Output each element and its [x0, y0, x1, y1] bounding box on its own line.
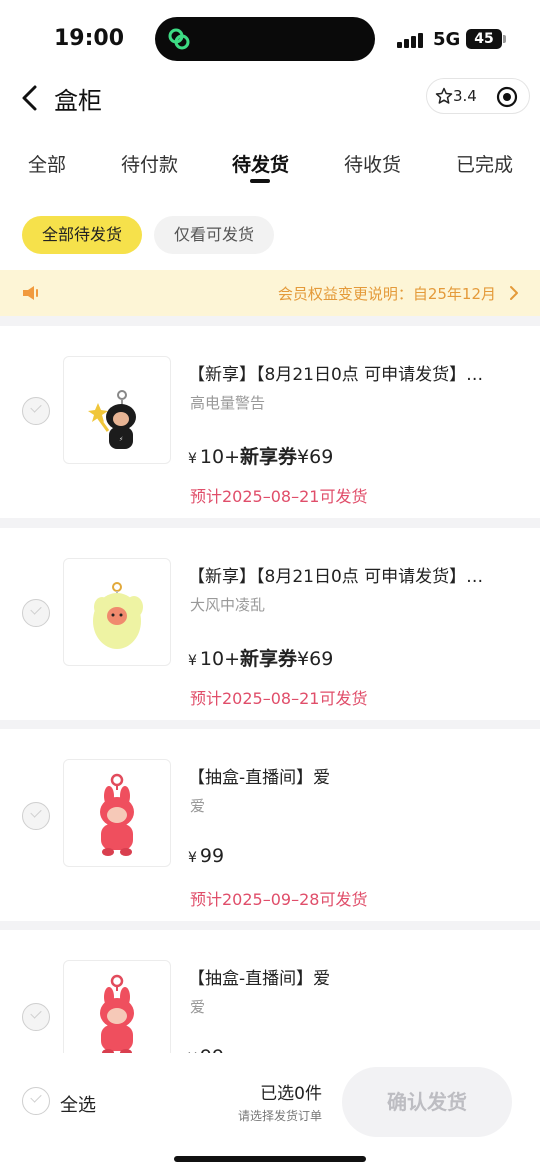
chevron-left-icon[interactable]: [18, 82, 44, 114]
product-price: ¥99: [188, 1046, 224, 1053]
price-tail: ¥69: [297, 446, 334, 468]
estimated-ship-date: 预计2025–08–21可发货: [190, 689, 368, 708]
product-image-black-figure: ⚡: [88, 390, 136, 449]
product-title[interactable]: 【抽盒-直播间】爱: [188, 964, 518, 989]
signal-icon: [397, 32, 425, 48]
order-card[interactable]: ⚡ 【新享】【8月21日0点 可申请发货】… 高电量警告 ¥10+新享券¥69 …: [0, 326, 540, 518]
network-type: 5G: [433, 29, 461, 50]
product-title[interactable]: 【抽盒-直播间】爱: [188, 763, 518, 788]
status-time: 19:00: [54, 26, 125, 51]
selection-hint: 请选择发货订单: [237, 1109, 322, 1123]
target-icon[interactable]: [496, 86, 518, 108]
product-price: ¥10+新享券¥69: [188, 442, 333, 469]
dynamic-island: [155, 17, 375, 61]
select-all-label[interactable]: 全选: [60, 1091, 96, 1117]
order-card[interactable]: 【新享】【8月21日0点 可申请发货】… 大风中凌乱 ¥10+新享券¥69 预计…: [0, 528, 540, 720]
battery-icon: 45: [466, 29, 502, 49]
item-checkbox[interactable]: [22, 397, 50, 425]
currency-symbol: ¥: [188, 850, 197, 866]
product-variant: 爱: [190, 998, 206, 1016]
product-variant: 大风中凌乱: [190, 596, 266, 614]
tab-all[interactable]: 全部: [28, 150, 66, 177]
product-variant: 高电量警告: [190, 394, 266, 412]
tab-pending-shipment[interactable]: 待发货: [232, 150, 289, 177]
item-checkbox[interactable]: [22, 599, 50, 627]
order-list[interactable]: ⚡ 【新享】【8月21日0点 可申请发货】… 高电量警告 ¥10+新享券¥69 …: [0, 316, 540, 1053]
select-all-checkbox[interactable]: [22, 1087, 50, 1115]
rating-value: 3.4: [453, 87, 477, 105]
filter-shippable-chip[interactable]: 仅看可发货: [154, 216, 274, 254]
item-checkbox[interactable]: [22, 1003, 50, 1031]
speaker-icon: [23, 286, 38, 300]
currency-symbol: ¥: [188, 653, 197, 669]
product-thumbnail[interactable]: [63, 960, 171, 1053]
svg-text:⚡: ⚡: [119, 436, 123, 443]
tab-pending-receipt[interactable]: 待收货: [344, 150, 401, 177]
product-image-pink-bunny: [100, 974, 134, 1053]
active-tab-indicator: [250, 179, 270, 183]
product-variant: 爱: [190, 797, 206, 815]
confirm-shipment-button[interactable]: 确认发货: [342, 1067, 512, 1137]
item-checkbox[interactable]: [22, 802, 50, 830]
price-main: 10+: [199, 648, 241, 670]
miniapp-capsule[interactable]: 3.4: [426, 78, 530, 114]
bottom-action-bar: 全选 已选0件 请选择发货订单 确认发货: [0, 1053, 540, 1173]
tab-completed[interactable]: 已完成: [456, 150, 513, 177]
home-indicator[interactable]: [174, 1156, 366, 1162]
title-bar: 盒柜 3.4: [0, 78, 540, 118]
coupon-label: 新享券: [240, 446, 298, 468]
product-image-pink-bunny: [100, 773, 134, 856]
product-thumbnail[interactable]: ⚡: [63, 356, 171, 464]
order-tabs: 全部 待付款 待发货 待收货 已完成: [0, 150, 540, 190]
link-icon: [168, 28, 190, 50]
product-title[interactable]: 【新享】【8月21日0点 可申请发货】…: [188, 562, 518, 587]
estimated-ship-date: 预计2025–09–28可发货: [190, 890, 368, 909]
tab-pending-payment[interactable]: 待付款: [121, 150, 178, 177]
status-bar: 19:00 5G 45: [0, 0, 540, 78]
product-image-fluffy-figure: [93, 582, 143, 649]
notice-text: 会员权益变更说明：自25年12月: [277, 285, 496, 303]
order-card[interactable]: 【抽盒-直播间】爱 爱 ¥99 预计2025–09–28可发货: [0, 729, 540, 921]
product-price: ¥10+新享券¥69: [188, 644, 333, 671]
product-title[interactable]: 【新享】【8月21日0点 可申请发货】…: [188, 360, 518, 385]
coupon-label: 新享券: [240, 648, 298, 670]
membership-notice-banner[interactable]: 会员权益变更说明：自25年12月: [0, 270, 540, 316]
chevron-right-icon: [510, 286, 518, 300]
battery-tip: [503, 35, 506, 43]
product-thumbnail[interactable]: [63, 759, 171, 867]
order-card[interactable]: 【抽盒-直播间】爱 爱 ¥99: [0, 930, 540, 1053]
star-icon[interactable]: [435, 87, 453, 105]
page-title: 盒柜: [54, 87, 102, 115]
price-main: 99: [200, 1046, 224, 1053]
product-thumbnail[interactable]: [63, 558, 171, 666]
estimated-ship-date: 预计2025–08–21可发货: [190, 487, 368, 506]
product-price: ¥99: [188, 845, 224, 867]
price-main: 10+: [199, 446, 241, 468]
price-tail: ¥69: [297, 648, 334, 670]
filter-all-pending-chip[interactable]: 全部待发货: [22, 216, 142, 254]
selected-count: 已选0件: [260, 1084, 322, 1104]
price-main: 99: [199, 845, 225, 867]
currency-symbol: ¥: [188, 451, 197, 467]
